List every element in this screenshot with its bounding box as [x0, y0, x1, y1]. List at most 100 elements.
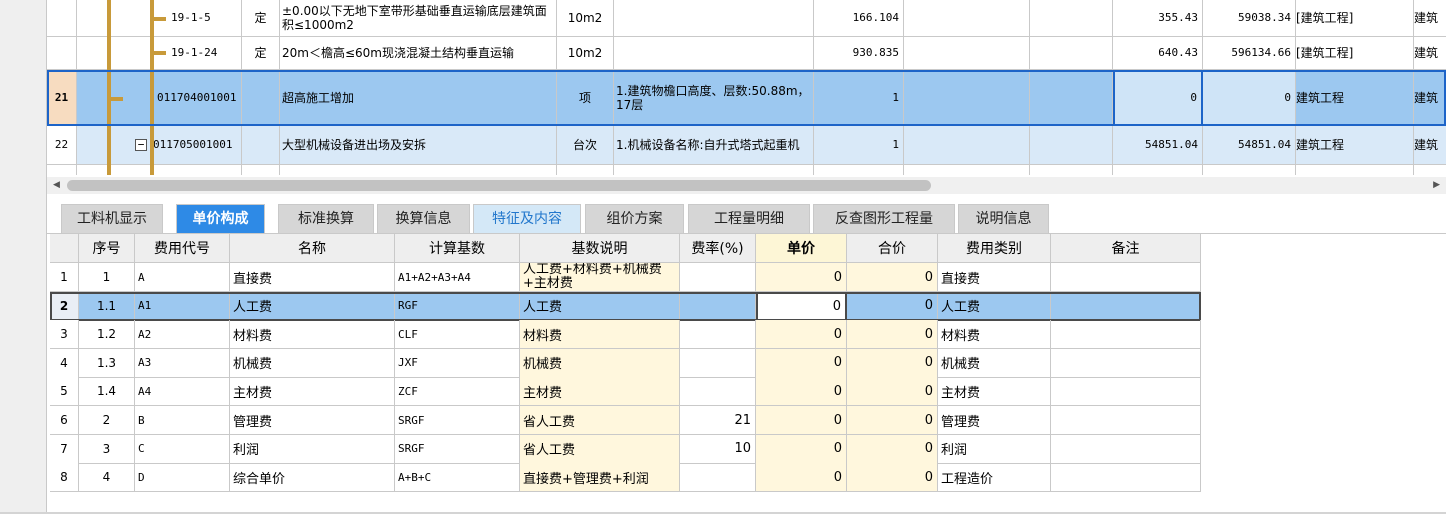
header-base[interactable]: 计算基数 [395, 234, 520, 263]
fee-name-cell[interactable]: 主材费 [230, 377, 395, 407]
feature-cell[interactable] [614, 165, 814, 175]
tab-features[interactable]: 特征及内容 [473, 204, 581, 233]
fee-code-cell[interactable]: A [135, 263, 230, 292]
tab-pricing-plan[interactable]: 组价方案 [585, 204, 684, 233]
feature-cell[interactable] [614, 0, 814, 37]
type-cell[interactable] [242, 126, 280, 165]
tab-standard-conversion[interactable]: 标准换算 [278, 204, 374, 233]
note-cell[interactable] [1051, 463, 1201, 493]
table-row[interactable]: 6 2 B 管理费 SRGF 省人工费 21 0 0 管理费 [50, 406, 1201, 435]
tab-description[interactable]: 说明信息 [958, 204, 1049, 233]
upper-row[interactable]: 22 −011705001001 大型机械设备进出场及安拆 台次 1.机械设备名称:自升… [47, 126, 1446, 165]
quantity-cell[interactable]: 166.104 [814, 0, 904, 37]
category-cell[interactable]: [建筑工程] [1296, 37, 1414, 70]
fee-name-cell[interactable]: 直接费 [230, 263, 395, 292]
category2-cell[interactable]: 建筑 [1414, 0, 1446, 37]
row-number[interactable]: 22 [47, 126, 77, 165]
unit-price-cell[interactable]: 0 [756, 263, 847, 292]
fee-name-cell[interactable]: 利润 [230, 434, 395, 464]
table-row[interactable]: 8 4 D 综合单价 A+B+C 直接费+管理费+利润 0 0 工程造价 [50, 463, 1201, 493]
type-cell[interactable] [242, 70, 280, 126]
scroll-right-icon[interactable]: ▶ [1433, 180, 1440, 190]
base-cell[interactable]: SRGF [395, 406, 520, 435]
note-cell[interactable] [1051, 348, 1201, 378]
total-cell[interactable]: 0 [847, 377, 938, 407]
tab-quantity-detail[interactable]: 工程量明细 [688, 204, 810, 233]
note-cell[interactable] [1051, 320, 1201, 350]
header-rate[interactable]: 费率(%) [680, 234, 756, 263]
category-cell[interactable]: 建筑工程 [1296, 126, 1414, 165]
seq-cell[interactable]: 1 [79, 263, 135, 292]
total-cell[interactable]: 0 [847, 263, 938, 292]
base-desc-cell[interactable]: 省人工费 [520, 406, 680, 435]
base-desc-cell[interactable]: 材料费 [520, 320, 680, 350]
header-name[interactable]: 名称 [230, 234, 395, 263]
table-row[interactable]: 3 1.2 A2 材料费 CLF 材料费 0 0 材料费 [50, 320, 1201, 350]
price-cell[interactable]: 355.43 [1113, 0, 1203, 37]
tab-material-machine[interactable]: 工料机显示 [61, 204, 163, 233]
price-cell[interactable] [1113, 165, 1203, 175]
base-cell[interactable]: CLF [395, 320, 520, 350]
total-cell[interactable]: 0 [847, 406, 938, 435]
fee-code-cell[interactable]: D [135, 463, 230, 493]
unit-cell[interactable]: 台次 [557, 126, 614, 165]
header-total[interactable]: 合价 [847, 234, 938, 263]
code-cell[interactable] [77, 165, 242, 175]
name-cell[interactable]: 20m＜檐高≤60m现浇混凝土结构垂直运输 [280, 37, 557, 70]
header-note[interactable]: 备注 [1051, 234, 1201, 263]
base-desc-cell[interactable]: 主材费 [520, 377, 680, 407]
name-cell[interactable] [280, 165, 557, 175]
base-desc-cell[interactable]: 人工费+材料费+机械费+主材费 [520, 263, 680, 292]
unit-price-cell[interactable]: 0 [756, 406, 847, 435]
tab-unit-price[interactable]: 单价构成 [176, 204, 265, 233]
seq-cell[interactable]: 3 [79, 434, 135, 464]
base-desc-cell[interactable]: 人工费 [520, 291, 680, 321]
category-cell[interactable]: 机械费 [938, 348, 1051, 378]
type-cell[interactable]: 定 [242, 37, 280, 70]
note-cell[interactable] [1051, 263, 1201, 292]
category-cell[interactable] [1296, 165, 1414, 175]
type-cell[interactable]: 定 [242, 0, 280, 37]
fee-name-cell[interactable]: 人工费 [230, 291, 395, 321]
rate-cell[interactable] [680, 291, 756, 321]
header-base-desc[interactable]: 基数说明 [520, 234, 680, 263]
row-number[interactable]: 21 [47, 70, 77, 126]
unit-price-cell[interactable]: 0 [756, 377, 847, 407]
fee-code-cell[interactable]: A1 [135, 291, 230, 321]
base-cell[interactable]: A1+A2+A3+A4 [395, 263, 520, 292]
quantity-cell[interactable]: 1 [814, 70, 904, 126]
header-code[interactable]: 费用代号 [135, 234, 230, 263]
category-cell[interactable]: 利润 [938, 434, 1051, 464]
total-cell[interactable]: 0 [1203, 70, 1296, 126]
row-number[interactable] [47, 0, 77, 37]
fee-name-cell[interactable]: 机械费 [230, 348, 395, 378]
type-cell[interactable] [242, 165, 280, 175]
total-cell[interactable]: 0 [847, 434, 938, 464]
row-number[interactable] [47, 165, 77, 175]
row-number[interactable] [47, 37, 77, 70]
quantity-cell[interactable]: 930.835 [814, 37, 904, 70]
seq-cell[interactable]: 1.3 [79, 348, 135, 378]
price-cell[interactable]: 640.43 [1113, 37, 1203, 70]
total-cell[interactable]: 0 [847, 348, 938, 378]
feature-cell[interactable]: 1.机械设备名称:自升式塔式起重机 [614, 126, 814, 165]
category-cell[interactable]: 直接费 [938, 263, 1051, 292]
fee-name-cell[interactable]: 综合单价 [230, 463, 395, 493]
price-cell[interactable]: 0 [1113, 70, 1203, 126]
base-desc-cell[interactable]: 机械费 [520, 348, 680, 378]
seq-cell[interactable]: 1.4 [79, 377, 135, 407]
selected-table-row[interactable]: 2 1.1 A1 人工费 RGF 人工费 0 0 人工费 [50, 291, 1201, 321]
category-cell[interactable]: 工程造价 [938, 463, 1051, 493]
name-cell[interactable]: ±0.00以下无地下室带形基础垂直运输底层建筑面积≤1000m2 [280, 0, 557, 37]
name-cell[interactable]: 超高施工增加 [280, 70, 557, 126]
category2-cell[interactable]: 建筑 [1414, 70, 1446, 126]
base-cell[interactable]: ZCF [395, 377, 520, 407]
quantity-cell[interactable] [814, 165, 904, 175]
scroll-thumb[interactable] [67, 180, 931, 191]
feature-cell[interactable] [614, 37, 814, 70]
base-desc-cell[interactable]: 省人工费 [520, 434, 680, 464]
upper-row[interactable]: 19-1-5 定 ±0.00以下无地下室带形基础垂直运输底层建筑面积≤1000m2 1… [47, 0, 1446, 37]
upper-row[interactable]: 21 011704001001 超高施工增加 项 1.建筑物檐口高度、层数:50.88m… [47, 70, 1446, 126]
table-row[interactable]: 7 3 C 利润 SRGF 省人工费 10 0 0 利润 [50, 434, 1201, 464]
unit-cell[interactable] [557, 165, 614, 175]
